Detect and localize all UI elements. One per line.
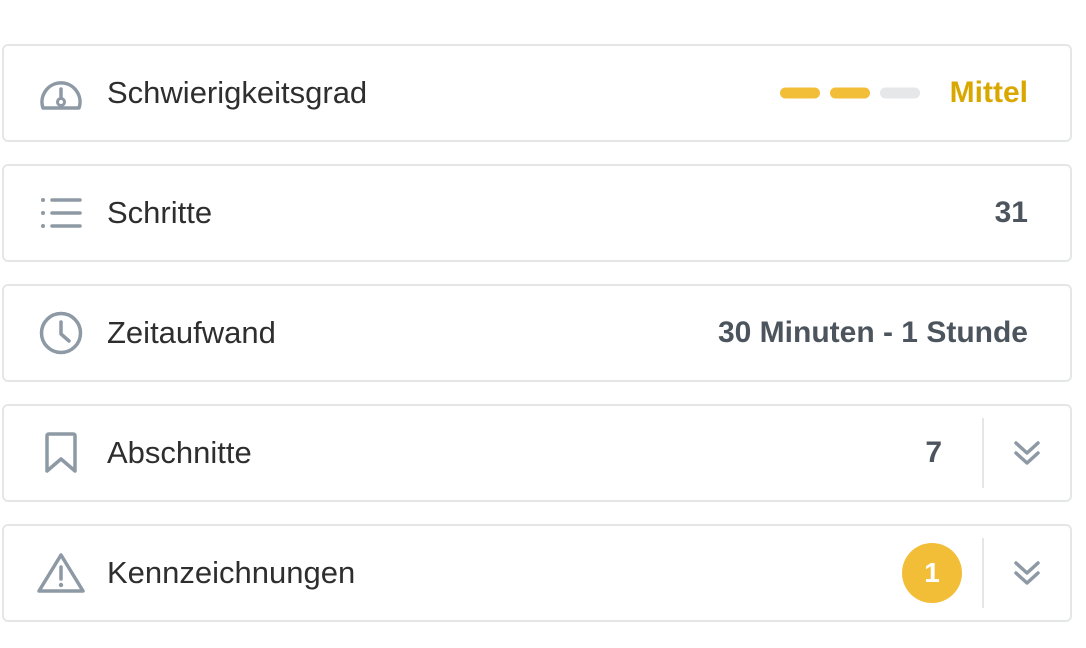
time-row: Zeitaufwand 30 Minuten - 1 Stunde <box>2 284 1072 382</box>
difficulty-label: Schwierigkeitsgrad <box>107 75 368 110</box>
difficulty-bar-segment <box>830 87 870 99</box>
difficulty-meter <box>780 87 920 99</box>
sections-label: Abschnitte <box>107 435 252 470</box>
flags-row[interactable]: Kennzeichnungen 1 <box>2 524 1072 622</box>
difficulty-bar-segment <box>780 87 820 99</box>
steps-row: Schritte 31 <box>2 164 1072 262</box>
difficulty-value: Mittel <box>949 76 1028 109</box>
sections-expand-button[interactable] <box>984 406 1070 500</box>
bookmark-icon <box>36 428 86 478</box>
chevron-double-down-icon <box>1014 441 1040 465</box>
chevron-double-down-icon <box>1014 561 1040 585</box>
difficulty-bar-segment <box>880 87 920 99</box>
sections-row[interactable]: Abschnitte 7 <box>2 404 1072 502</box>
flags-count-badge: 1 <box>902 543 962 603</box>
flags-label: Kennzeichnungen <box>107 555 356 590</box>
clock-icon <box>36 308 86 358</box>
flags-expand-button[interactable] <box>984 526 1070 620</box>
time-value: 30 Minuten - 1 Stunde <box>717 316 1028 349</box>
steps-value: 31 <box>994 196 1028 229</box>
sections-value: 7 <box>925 436 942 469</box>
list-icon <box>36 188 86 238</box>
time-label: Zeitaufwand <box>107 315 276 350</box>
difficulty-row: Schwierigkeitsgrad Mittel <box>2 44 1072 142</box>
warning-icon <box>36 548 86 598</box>
steps-label: Schritte <box>107 195 213 230</box>
gauge-icon <box>36 68 86 118</box>
